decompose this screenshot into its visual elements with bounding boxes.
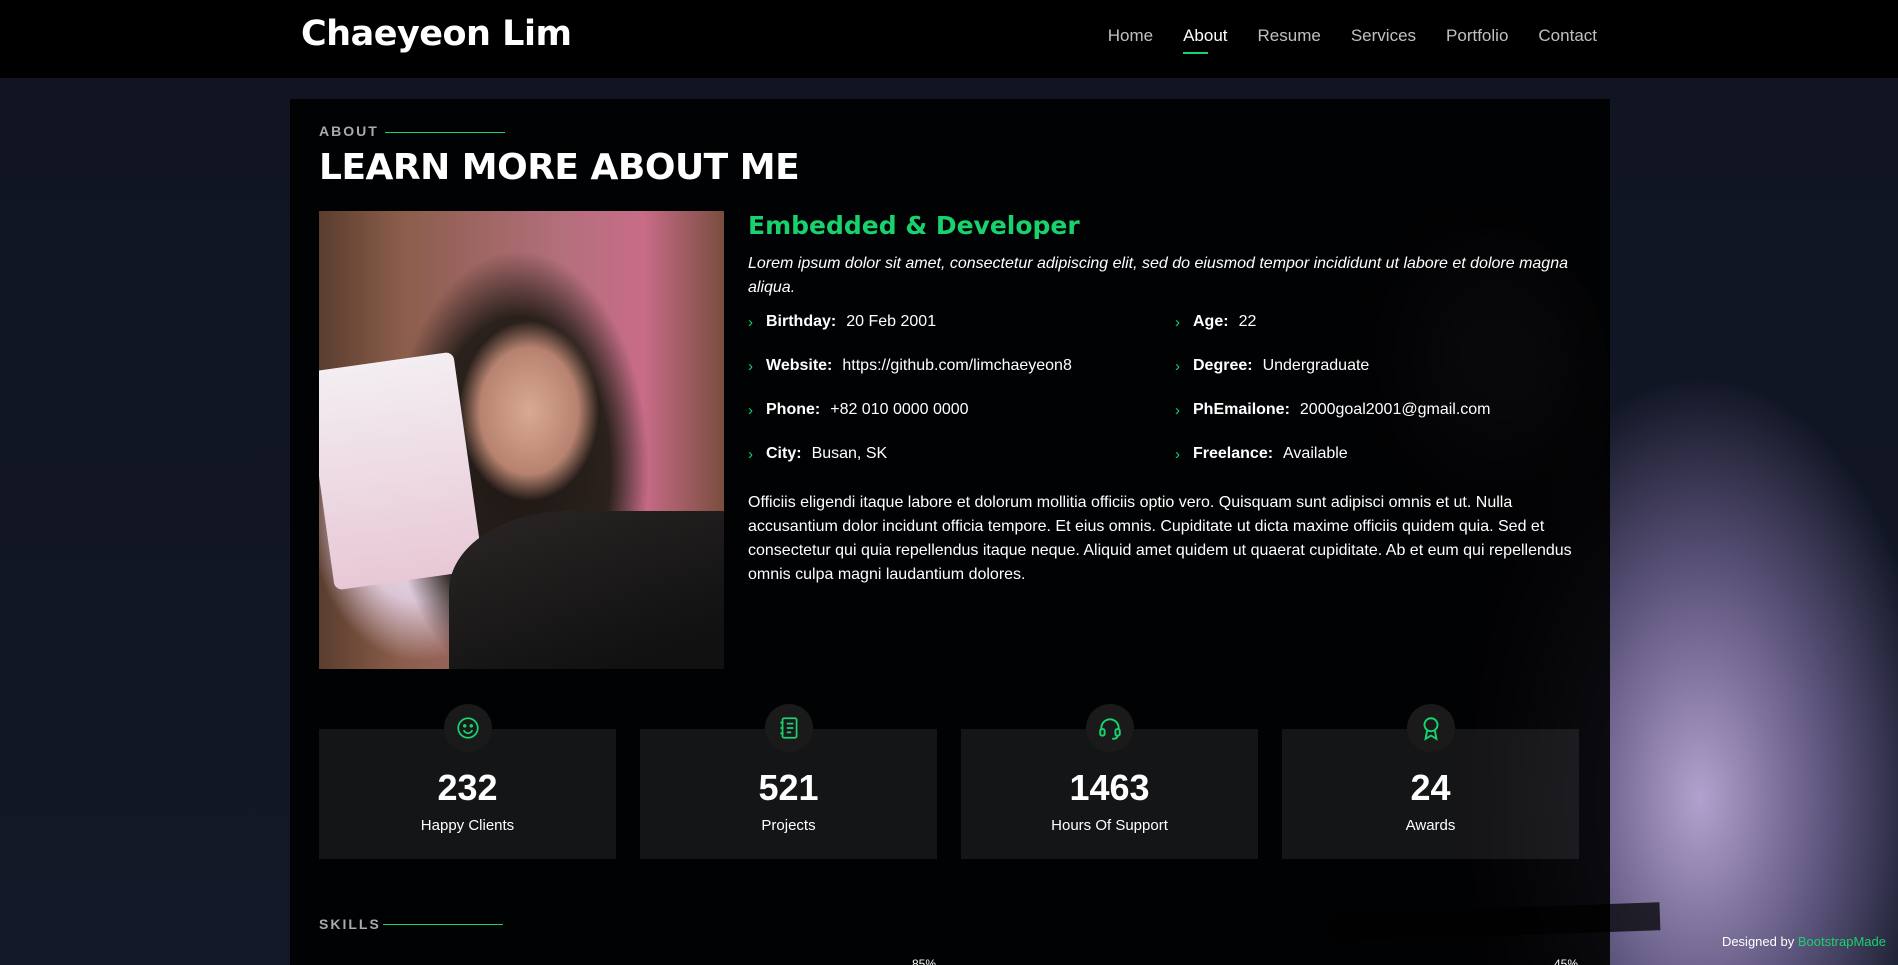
fact-degree: › Degree: Undergraduate	[1175, 357, 1369, 375]
chevron-right-icon: ›	[1175, 445, 1180, 463]
fact-value: Undergraduate	[1262, 357, 1370, 374]
headset-icon	[1085, 704, 1134, 752]
stat-label: Awards	[1405, 817, 1456, 834]
chevron-right-icon: ›	[748, 357, 753, 375]
fact-key: City:	[766, 445, 802, 462]
stat-card-happy-clients: 232 Happy Clients	[319, 704, 616, 859]
stat-number: 1463	[1069, 767, 1150, 808]
profile-photo	[319, 211, 724, 669]
about-body-text: Officiis eligendi itaque labore et dolor…	[748, 494, 1572, 583]
chevron-right-icon: ›	[748, 401, 753, 419]
fact-value: +82 010 0000 0000	[830, 401, 969, 418]
about-section-label: About	[319, 123, 379, 139]
credit-link[interactable]: BootstrapMade	[1798, 934, 1886, 949]
nav-services[interactable]: Services	[1351, 26, 1416, 52]
fact-age: › Age: 22	[1175, 313, 1256, 331]
fact-value: 22	[1238, 313, 1257, 330]
skill-percent-right: 45%	[1554, 957, 1579, 965]
nav-home[interactable]: Home	[1108, 26, 1153, 52]
stat-label: Projects	[761, 817, 816, 834]
stat-card-projects: 521 Projects	[640, 704, 937, 859]
fact-city: › City: Busan, SK	[748, 445, 887, 463]
chevron-right-icon: ›	[1175, 313, 1180, 331]
chevron-right-icon: ›	[1175, 401, 1180, 419]
about-title: LEARN MORE ABOUT ME	[319, 147, 800, 188]
skills-section-line	[383, 924, 503, 925]
photo-bag	[319, 351, 484, 591]
fact-key: Freelance:	[1193, 445, 1274, 462]
main-nav: Home About Resume Services Portfolio Con…	[1078, 26, 1597, 54]
chevron-right-icon: ›	[1175, 357, 1180, 375]
award-icon	[1406, 704, 1455, 752]
journal-icon	[764, 704, 813, 752]
fact-key: Degree:	[1193, 357, 1253, 374]
fact-key: Phone:	[766, 401, 821, 418]
stat-label: Hours Of Support	[1051, 817, 1168, 834]
fact-email: › PhEmailone: 2000goal2001@gmail.com	[1175, 401, 1491, 419]
lead-text: Lorem ipsum dolor sit amet, consectetur …	[748, 255, 1568, 296]
fact-key: Age:	[1193, 313, 1229, 330]
fact-key: PhEmailone:	[1193, 401, 1290, 418]
footer-credit: Designed by BootstrapMade	[1722, 934, 1886, 949]
stat-number: 24	[1410, 767, 1451, 808]
nav-about[interactable]: About	[1183, 26, 1228, 54]
nav-contact[interactable]: Contact	[1538, 26, 1597, 52]
role-title: Embedded & Developer	[748, 211, 1080, 240]
fact-key: Birthday:	[766, 313, 837, 330]
about-section-line	[385, 132, 505, 133]
fact-phone: › Phone: +82 010 0000 0000	[748, 401, 969, 419]
fact-website: › Website: https://github.com/limchaeyeo…	[748, 357, 1072, 375]
stat-card-awards: 24 Awards	[1282, 704, 1579, 859]
site-logo[interactable]: Chaeyeon Lim	[301, 14, 572, 54]
fact-value: Available	[1283, 445, 1348, 462]
site-header: Chaeyeon Lim Home About Resume Services …	[0, 0, 1898, 78]
nav-resume[interactable]: Resume	[1258, 26, 1321, 52]
stat-number: 521	[758, 767, 819, 808]
skills-section-label: Skills	[319, 916, 381, 932]
fact-freelance: › Freelance: Available	[1175, 445, 1348, 463]
chevron-right-icon: ›	[748, 313, 753, 331]
credit-prefix: Designed by	[1721, 934, 1798, 949]
fact-value[interactable]: 2000goal2001@gmail.com	[1300, 401, 1491, 419]
stat-card-support: 1463 Hours Of Support	[961, 704, 1258, 859]
nav-portfolio[interactable]: Portfolio	[1446, 26, 1508, 52]
about-panel: About LEARN MORE ABOUT ME Embedded & Dev…	[290, 99, 1610, 965]
stat-label: Happy Clients	[420, 817, 515, 834]
stat-number: 232	[437, 767, 498, 808]
fact-value: Busan, SK	[811, 445, 888, 462]
chevron-right-icon: ›	[748, 445, 753, 463]
fact-value[interactable]: https://github.com/limchaeyeon8	[842, 357, 1071, 375]
fact-value: 20 Feb 2001	[846, 313, 937, 330]
fact-birthday: › Birthday: 20 Feb 2001	[748, 313, 936, 331]
smile-icon	[443, 704, 492, 752]
skill-percent-left: 85%	[912, 957, 937, 965]
fact-key: Website:	[766, 357, 833, 374]
photo-jacket	[449, 511, 724, 669]
